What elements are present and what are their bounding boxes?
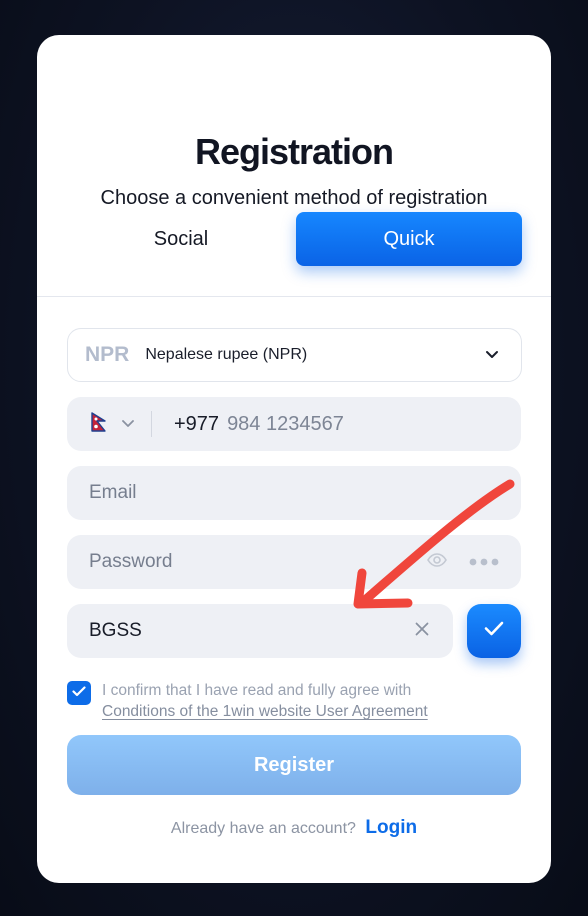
login-question: Already have an account? <box>170 820 356 837</box>
promo-code-value: BGSS <box>89 620 142 641</box>
password-field <box>67 535 521 589</box>
modal-subtitle: Choose a convenient method of registrati… <box>100 187 488 209</box>
phone-input[interactable] <box>227 412 418 436</box>
register-button[interactable]: Register <box>67 735 521 795</box>
login-prompt: Already have an account? Login <box>37 817 551 839</box>
tab-social[interactable]: Social <box>67 212 295 266</box>
email-field <box>67 466 521 520</box>
close-icon[interactable] <box>415 622 429 641</box>
promo-confirm-button[interactable] <box>467 604 521 658</box>
tab-quick[interactable]: Quick <box>296 212 522 266</box>
currency-name: Nepalese rupee (NPR) <box>145 346 308 363</box>
divider <box>37 296 551 297</box>
currency-code: NPR <box>85 343 130 366</box>
agreement-checkbox[interactable] <box>67 681 91 705</box>
promo-code-field[interactable]: BGSS <box>67 604 453 658</box>
more-icon[interactable] <box>469 553 499 571</box>
phone-prefix: +977 <box>174 412 220 435</box>
user-agreement-link[interactable]: Conditions of the 1win website User Agre… <box>102 703 428 720</box>
phone-field: +977 <box>67 397 521 451</box>
registration-modal: Registration Choose a convenient method … <box>37 35 551 883</box>
check-icon <box>72 684 86 702</box>
modal-title: Registration <box>194 131 394 172</box>
chevron-down-icon <box>121 415 135 433</box>
check-icon <box>484 621 504 641</box>
login-link[interactable]: Login <box>365 817 417 838</box>
country-code-select[interactable] <box>91 411 135 437</box>
separator <box>151 411 152 437</box>
password-input[interactable] <box>89 551 389 573</box>
agreement-text: I confirm that I have read and fully agr… <box>102 680 502 722</box>
chevron-down-icon <box>485 346 499 364</box>
nepal-flag-icon <box>91 411 107 437</box>
eye-icon[interactable] <box>427 552 447 572</box>
agreement-statement: I confirm that I have read and fully agr… <box>102 682 412 699</box>
email-input[interactable] <box>89 482 389 504</box>
currency-select[interactable]: NPR Nepalese rupee (NPR) <box>67 328 522 382</box>
